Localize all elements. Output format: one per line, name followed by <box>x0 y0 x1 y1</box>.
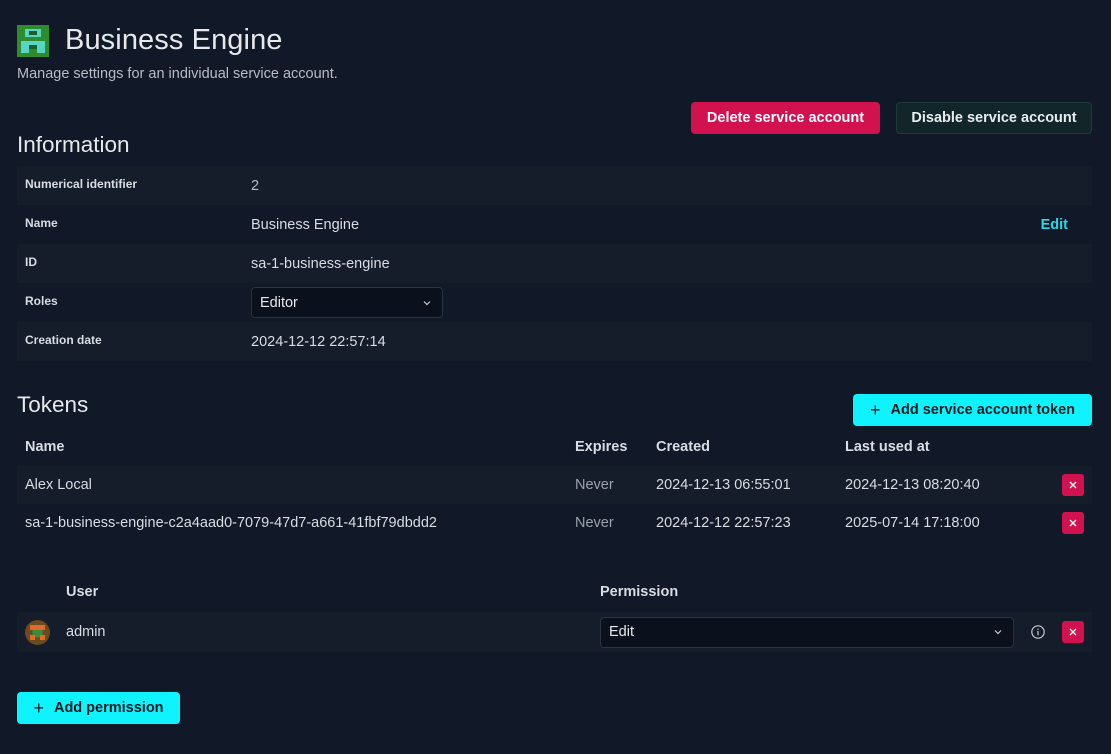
disable-service-account-button[interactable]: Disable service account <box>896 102 1092 134</box>
remove-permission-button[interactable] <box>1062 621 1084 643</box>
page-title: Business Engine <box>65 24 283 56</box>
info-value: 2024-12-12 22:57:14 <box>251 333 386 350</box>
permission-user: admin <box>66 624 106 640</box>
avatar <box>25 619 50 645</box>
tokens-heading: Tokens <box>17 392 89 417</box>
column-header-expires: Expires <box>575 439 628 455</box>
info-value: 2 <box>251 177 260 194</box>
service-account-avatar-icon <box>17 24 49 57</box>
token-created: 2024-12-13 06:55:01 <box>656 477 791 493</box>
plus-icon: + <box>33 698 44 718</box>
table-row: sa-1-business-engine-c2a4aad0-7079-47d7-… <box>17 504 1092 542</box>
info-label: Creation date <box>25 332 102 347</box>
info-label: Numerical identifier <box>25 176 138 191</box>
close-icon <box>1069 481 1077 489</box>
token-expires: Never <box>575 477 614 493</box>
edit-name-link[interactable]: Edit <box>1041 217 1068 233</box>
column-header-last-used: Last used at <box>845 439 930 455</box>
token-last-used: 2025-07-14 17:18:00 <box>845 515 980 531</box>
info-row-roles: Roles Editor <box>17 283 1092 322</box>
plus-icon: + <box>869 400 881 420</box>
delete-token-button[interactable] <box>1062 474 1084 496</box>
column-header-permission: Permission <box>600 584 679 600</box>
info-row-name: Name Business Engine Edit <box>17 205 1092 244</box>
info-value: Business Engine <box>251 216 360 233</box>
tokens-table: Name Expires Created Last used at Alex L… <box>17 428 1092 542</box>
info-row-numerical-identifier: Numerical identifier 2 <box>17 166 1092 205</box>
delete-service-account-button[interactable]: Delete service account <box>691 102 880 134</box>
permissions-header-row: User Permission <box>17 574 1092 612</box>
info-value: sa-1-business-engine <box>251 255 390 272</box>
delete-token-button[interactable] <box>1062 512 1084 534</box>
permission-select-value: Edit <box>609 624 634 640</box>
info-label: Roles <box>25 293 58 308</box>
add-permission-label: Add permission <box>53 700 164 716</box>
column-header-name: Name <box>25 439 65 455</box>
service-account-page: Business Engine Manage settings for an i… <box>0 0 1111 754</box>
info-label: Name <box>25 215 58 230</box>
table-row: admin Edit <box>17 612 1092 652</box>
chevron-down-icon <box>423 300 431 305</box>
info-row-id: ID sa-1-business-engine <box>17 244 1092 283</box>
column-header-created: Created <box>656 439 710 455</box>
page-header: Business Engine <box>17 24 283 57</box>
token-name: sa-1-business-engine-c2a4aad0-7079-47d7-… <box>25 515 437 531</box>
token-name: Alex Local <box>25 477 92 493</box>
chevron-down-icon <box>994 630 1002 635</box>
add-token-label: Add service account token <box>890 402 1076 418</box>
token-expires: Never <box>575 515 614 531</box>
column-header-user: User <box>66 584 99 600</box>
close-icon <box>1069 628 1077 636</box>
token-created: 2024-12-12 22:57:23 <box>656 515 791 531</box>
permissions-table: User Permission admin Edit <box>17 574 1092 652</box>
info-label: ID <box>25 254 37 269</box>
tokens-header-row: Name Expires Created Last used at <box>17 428 1092 466</box>
token-last-used: 2024-12-13 08:20:40 <box>845 477 980 493</box>
roles-select-value: Editor <box>260 294 298 311</box>
table-row: Alex Local Never 2024-12-13 06:55:01 202… <box>17 466 1092 504</box>
permission-select[interactable]: Edit <box>600 616 1014 648</box>
add-service-account-token-button[interactable]: + Add service account token <box>853 394 1092 426</box>
close-icon <box>1069 519 1077 527</box>
information-table: Numerical identifier 2 Name Business Eng… <box>17 166 1092 361</box>
roles-select[interactable]: Editor <box>251 287 443 318</box>
page-subtitle: Manage settings for an individual servic… <box>17 66 338 82</box>
info-row-creation-date: Creation date 2024-12-12 22:57:14 <box>17 322 1092 361</box>
info-icon[interactable] <box>1030 624 1046 640</box>
information-heading: Information <box>17 132 130 157</box>
add-permission-button[interactable]: + Add permission <box>17 692 180 724</box>
